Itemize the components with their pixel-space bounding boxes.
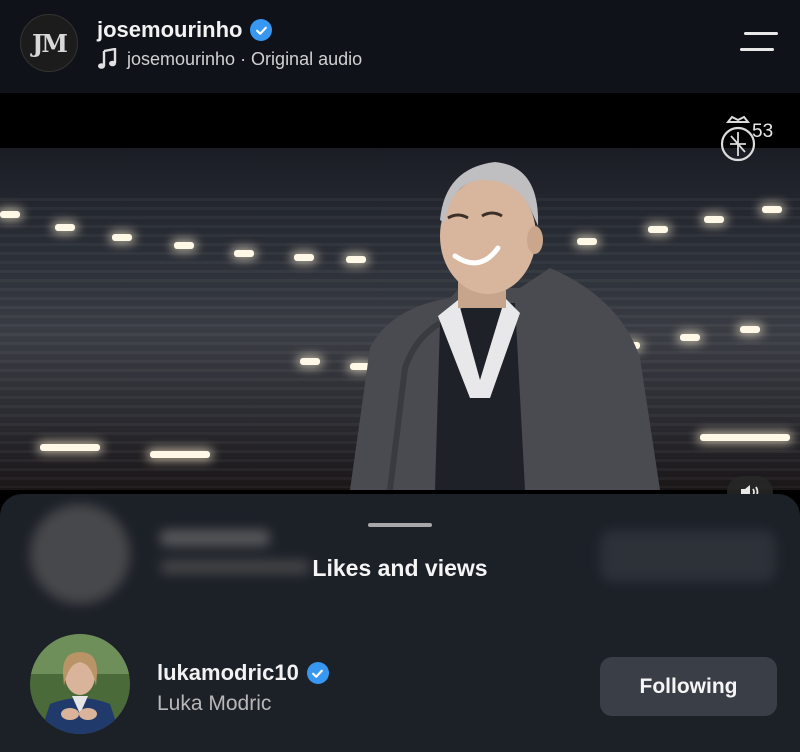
user-username-row[interactable]: lukamodric10: [157, 660, 329, 686]
following-button[interactable]: Following: [600, 657, 777, 716]
video-letterbox: [0, 93, 800, 148]
reel-header: JM josemourinho josemourinho · Original …: [0, 0, 800, 93]
badge-count: 53: [752, 121, 774, 142]
user-username[interactable]: lukamodric10: [157, 660, 299, 686]
audio-label: josemourinho · Original audio: [127, 48, 363, 69]
user-full-name: Luka Modric: [157, 692, 272, 715]
audio-info[interactable]: josemourinho · Original audio: [97, 48, 362, 70]
verified-icon: [250, 19, 273, 41]
sheet-title: Likes and views: [312, 555, 488, 581]
profile-avatar[interactable]: JM: [20, 14, 78, 72]
sheet-drag-handle[interactable]: [368, 523, 432, 527]
avatar[interactable]: [30, 634, 130, 734]
coach-figure: [350, 162, 660, 490]
verified-icon: [306, 662, 329, 684]
music-note-icon: [98, 48, 117, 69]
list-item[interactable]: lukamodric10 Luka Modric Following: [0, 630, 800, 740]
reel-video[interactable]: [0, 148, 800, 490]
avatar-monogram: JM: [32, 28, 68, 58]
menu-icon[interactable]: [740, 32, 778, 54]
profile-username[interactable]: josemourinho: [97, 17, 242, 43]
profile-username-row[interactable]: josemourinho: [97, 17, 273, 43]
